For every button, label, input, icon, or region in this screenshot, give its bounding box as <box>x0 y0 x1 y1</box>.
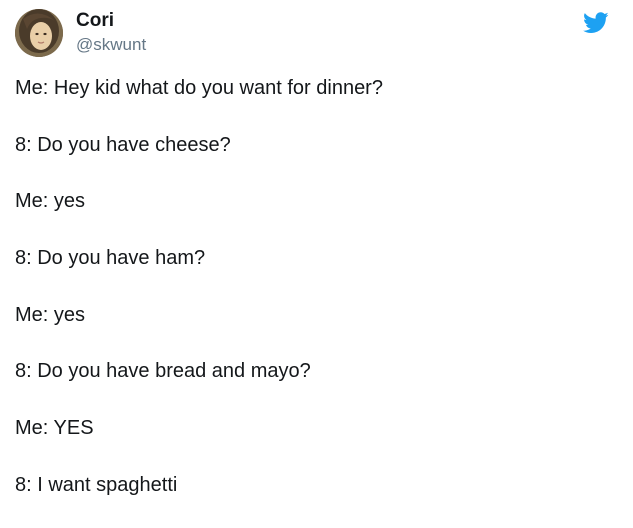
tweet-line: Me: Hey kid what do you want for dinner? <box>15 77 383 99</box>
user-handle[interactable]: @skwunt <box>76 34 146 56</box>
twitter-bird-svg <box>583 12 609 33</box>
tweet-line: Me: yes <box>15 303 86 326</box>
tweet-line: Me: yes <box>15 190 86 213</box>
avatar-image <box>15 9 63 57</box>
tweet-text: Me: Hey kid what do you want for dinner?… <box>15 74 615 528</box>
tweet-line: 8: Do you have bread and mayo? <box>15 360 311 383</box>
tweet-card: Cori @skwunt Me: Hey kid what do you wan… <box>0 0 633 502</box>
avatar[interactable] <box>15 9 63 57</box>
tweet-line: 8: Do you have cheese? <box>15 133 231 156</box>
tweet-line: 8: Do you have ham? <box>15 247 206 270</box>
display-name[interactable]: Cori <box>76 9 114 33</box>
twitter-bird-icon[interactable] <box>583 12 609 34</box>
tweet-line: 8: I want spaghetti <box>15 473 178 496</box>
tweet-line: Me: YES <box>15 417 94 440</box>
